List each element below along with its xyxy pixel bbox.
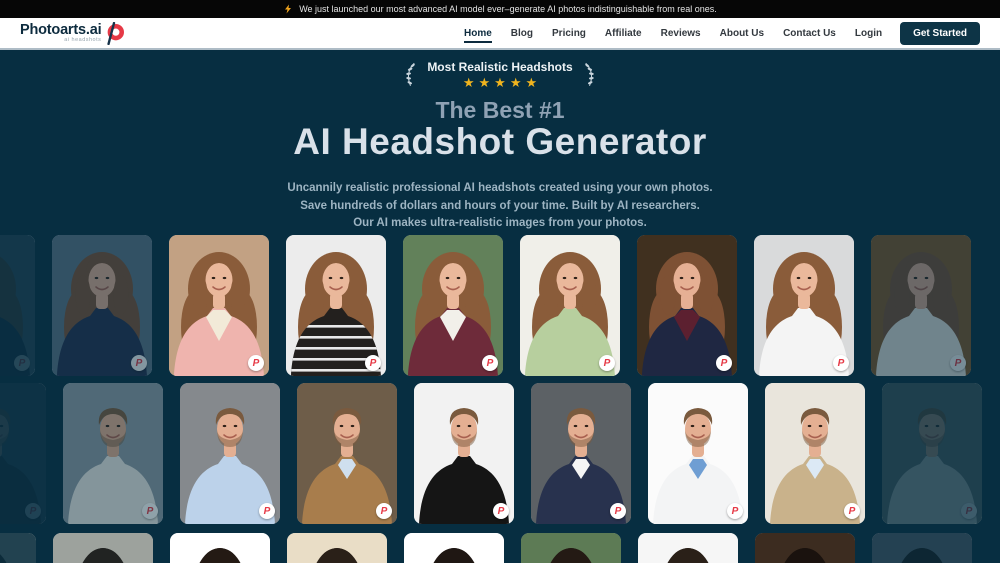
logo-title: Photoarts.ai — [20, 23, 101, 38]
laurel-left-icon — [403, 59, 418, 90]
subtitle-line-2: Save hundreds of dollars and hours of yo… — [0, 198, 1000, 216]
headshot-card: P — [52, 235, 152, 376]
headshot-card: P — [871, 235, 971, 376]
page-title: AI Headshot Generator — [0, 121, 1000, 163]
headshot-card: P — [872, 533, 972, 563]
male-bearded-headshots: PPPPPPPPP — [0, 383, 946, 524]
headshot-card: P — [180, 383, 280, 524]
photoarts-watermark-icon: P — [365, 355, 381, 371]
headshot-card: P — [520, 235, 620, 376]
photoarts-watermark-icon: P — [259, 503, 275, 519]
nav-item-contact-us[interactable]: Contact Us — [783, 24, 836, 43]
get-started-button[interactable]: Get Started — [900, 22, 980, 45]
nav-item-pricing[interactable]: Pricing — [552, 24, 586, 43]
headshot-card: P — [754, 235, 854, 376]
hero-subtitle: Uncannily realistic professional AI head… — [0, 180, 1000, 233]
headshot-card: P — [297, 383, 397, 524]
headshot-card: P — [170, 533, 270, 563]
subtitle-line-1: Uncannily realistic professional AI head… — [0, 180, 1000, 198]
nav-item-blog[interactable]: Blog — [511, 24, 533, 43]
nav-item-reviews[interactable]: Reviews — [661, 24, 701, 43]
headshot-card: P — [286, 235, 386, 376]
headshot-card: P — [521, 533, 621, 563]
photoarts-watermark-icon: P — [950, 355, 966, 371]
photoarts-watermark-icon: P — [610, 503, 626, 519]
realistic-headshots-badge: Most Realistic Headshots ★★★★★ — [0, 59, 1000, 90]
headshot-card: P — [638, 533, 738, 563]
photoarts-watermark-icon: P — [599, 355, 615, 371]
photoarts-p-icon — [104, 22, 124, 45]
headshot-card: P — [882, 383, 982, 524]
photoarts-watermark-icon: P — [25, 503, 41, 519]
headshot-card: P — [648, 383, 748, 524]
headshot-card: P — [287, 533, 387, 563]
five-star-rating: ★★★★★ — [459, 76, 541, 89]
nav-item-affiliate[interactable]: Affiliate — [605, 24, 642, 43]
female-dark-hair-headshots: PPPPPPPPP — [0, 533, 936, 563]
nav-item-login[interactable]: Login — [855, 24, 882, 43]
headshot-card: P — [531, 383, 631, 524]
female-curly-hair-headshots: PPPPPPPPP — [0, 235, 935, 376]
photoarts-watermark-icon: P — [248, 355, 264, 371]
header: Photoarts.ai ai headshots Home Blog Pricin… — [0, 18, 1000, 50]
photoarts-watermark-icon: P — [844, 503, 860, 519]
photoarts-watermark-icon: P — [961, 503, 977, 519]
logo-subtitle: ai headshots — [64, 38, 101, 44]
headshot-card: P — [414, 383, 514, 524]
rocket-icon — [283, 4, 293, 14]
subtitle-line-3: Our AI makes ultra-realistic images from… — [0, 215, 1000, 233]
photoarts-watermark-icon: P — [727, 503, 743, 519]
headshot-card: P — [0, 383, 46, 524]
headshot-card: P — [0, 533, 36, 563]
headshot-card: P — [755, 533, 855, 563]
headshot-card: P — [404, 533, 504, 563]
headshot-gallery: PPPPPPPPPPPPPPPPPPPPPPPPPPP — [0, 235, 1000, 563]
announcement-banner: We just launched our most advanced AI mo… — [0, 0, 1000, 18]
headshot-card: P — [0, 235, 35, 376]
headshot-card: P — [169, 235, 269, 376]
nav-item-about-us[interactable]: About Us — [720, 24, 764, 43]
headshot-card: P — [637, 235, 737, 376]
hero-title-line1: The Best #1 — [0, 97, 1000, 124]
nav: Home Blog Pricing Affiliate Reviews About Us C… — [464, 24, 882, 43]
headshot-card: P — [403, 235, 503, 376]
photoarts-watermark-icon: P — [142, 503, 158, 519]
photoarts-watermark-icon: P — [131, 355, 147, 371]
photoarts-watermark-icon: P — [833, 355, 849, 371]
headshot-card: P — [765, 383, 865, 524]
laurel-right-icon — [582, 59, 597, 90]
nav-item-home[interactable]: Home — [464, 24, 492, 43]
logo[interactable]: Photoarts.ai ai headshots — [20, 22, 124, 45]
photoarts-watermark-icon: P — [14, 355, 30, 371]
headshot-card: P — [63, 383, 163, 524]
photoarts-watermark-icon: P — [716, 355, 732, 371]
photoarts-watermark-icon: P — [493, 503, 509, 519]
photoarts-watermark-icon: P — [376, 503, 392, 519]
hero-section: Most Realistic Headshots ★★★★★ The Best … — [0, 50, 1000, 563]
badge-text: Most Realistic Headshots — [427, 60, 572, 74]
photoarts-watermark-icon: P — [482, 355, 498, 371]
announcement-text: We just launched our most advanced AI mo… — [299, 4, 717, 14]
headshot-card: P — [53, 533, 153, 563]
